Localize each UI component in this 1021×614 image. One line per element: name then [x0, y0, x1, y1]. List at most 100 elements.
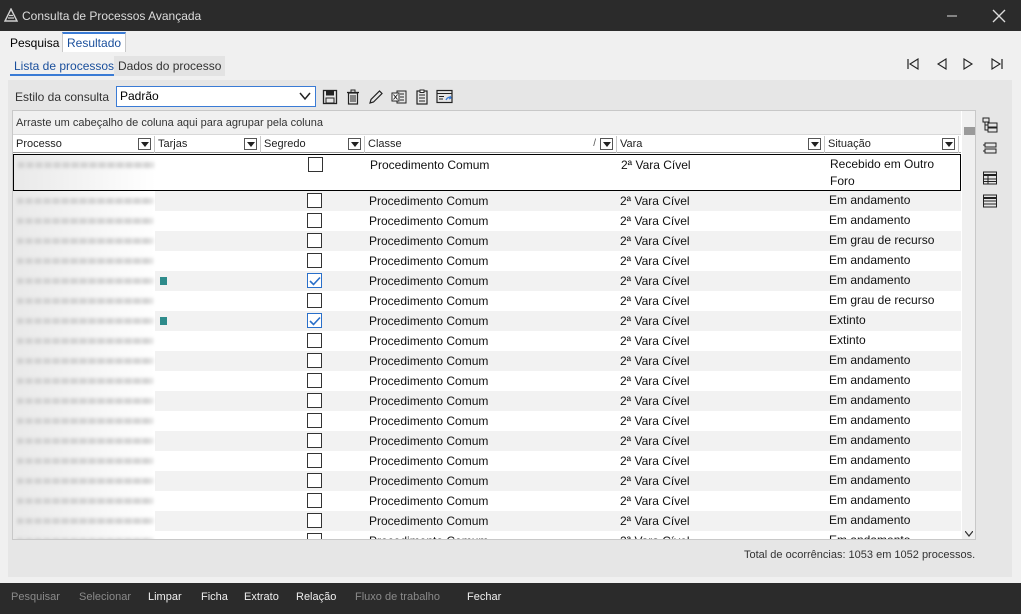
table-row[interactable]: Procedimento Comum 2ª Vara Cível Em andame… — [13, 511, 961, 531]
extrato-button[interactable]: Extrato — [244, 591, 279, 603]
column-filter-button[interactable] — [600, 138, 613, 150]
segredo-checkbox[interactable] — [307, 193, 322, 208]
classe-cell: Procedimento Comum — [369, 454, 489, 468]
vara-cell: 2ª Vara Cível — [620, 374, 690, 388]
tab-lista-processos[interactable]: Lista de processos — [10, 56, 119, 76]
column-filter-button[interactable] — [244, 138, 257, 150]
table-row[interactable]: Procedimento Comum 2ª Vara Cível Em andame… — [13, 211, 961, 231]
window-title: Consulta de Processos Avançada — [22, 9, 202, 23]
column-filter-button[interactable] — [138, 138, 151, 150]
tarja-marker — [160, 257, 167, 265]
processo-cell-redacted — [13, 271, 155, 291]
vertical-scrollbar[interactable] — [962, 111, 975, 539]
tab-resultado[interactable]: Resultado — [62, 32, 127, 52]
next-page-button[interactable] — [960, 56, 976, 72]
segredo-checkbox[interactable] — [307, 233, 322, 248]
column-header-situacao[interactable]: Situação — [825, 136, 959, 153]
segredo-checkbox[interactable] — [307, 453, 322, 468]
close-window-button[interactable] — [979, 4, 1019, 28]
processo-cell-redacted — [13, 251, 155, 271]
last-page-button[interactable] — [989, 56, 1005, 72]
column-filter-button[interactable] — [942, 138, 955, 150]
table-row[interactable]: Procedimento Comum 2ª Vara Cível Em grau d… — [13, 291, 961, 311]
table-row[interactable]: Procedimento Comum 2ª Vara Cível Em andame… — [13, 491, 961, 511]
segredo-checkbox[interactable] — [307, 373, 322, 388]
estilo-consulta-select[interactable]: Padrão — [116, 86, 316, 107]
table-row[interactable]: Procedimento Comum 2ª Vara Cível Em andame… — [13, 271, 961, 291]
table-row[interactable]: Procedimento Comum 2ª Vara Cível Em andame… — [13, 251, 961, 271]
segredo-checkbox[interactable] — [307, 293, 322, 308]
segredo-checkbox[interactable] — [307, 393, 322, 408]
column-filter-button[interactable] — [808, 138, 821, 150]
segredo-checkbox[interactable] — [307, 273, 322, 288]
fechar-button[interactable]: Fechar — [467, 591, 501, 603]
segredo-checkbox[interactable] — [307, 213, 322, 228]
table-row[interactable]: Procedimento Comum 2ª Vara Cível Em andame… — [13, 371, 961, 391]
column-header-vara[interactable]: Vara — [617, 136, 825, 153]
segredo-checkbox[interactable] — [307, 533, 322, 539]
segredo-checkbox[interactable] — [307, 493, 322, 508]
save-icon — [322, 89, 338, 105]
table-row[interactable]: Procedimento Comum 2ª Vara Cível Extinto — [13, 311, 961, 331]
redacted-number — [17, 478, 153, 484]
columns-button[interactable] — [982, 170, 998, 186]
table-row[interactable]: Procedimento Comum 2ª Vara Cível Em andame… — [13, 431, 961, 451]
column-filter-button[interactable] — [348, 138, 361, 150]
ficha-button[interactable]: Ficha — [201, 591, 228, 603]
table-row[interactable]: Procedimento Comum 2ª Vara Cível Em andame… — [13, 451, 961, 471]
relacao-button[interactable]: Relação — [296, 591, 336, 603]
table-row[interactable]: Procedimento Comum 2ª Vara Cível Em andame… — [13, 531, 961, 539]
delete-button[interactable] — [344, 88, 362, 106]
group-tree-button[interactable] — [982, 117, 998, 133]
vara-cell: 2ª Vara Cível — [620, 214, 690, 228]
segredo-checkbox[interactable] — [307, 413, 322, 428]
process-grid[interactable]: Arraste um cabeçalho de coluna aqui para… — [12, 110, 976, 540]
rows-button[interactable] — [982, 193, 998, 209]
processo-cell-redacted — [13, 331, 155, 351]
save-button[interactable] — [321, 88, 339, 106]
processo-cell-redacted — [13, 391, 155, 411]
column-header-segredo[interactable]: Segredo — [261, 136, 365, 153]
column-header-tarjas[interactable]: Tarjas — [155, 136, 261, 153]
minimize-button[interactable] — [932, 4, 972, 28]
segredo-checkbox[interactable] — [308, 157, 323, 172]
segredo-checkbox[interactable] — [307, 433, 322, 448]
column-header-classe[interactable]: Classe / — [365, 136, 617, 153]
table-row[interactable]: Procedimento Comum 2ª Vara Cível Em andame… — [13, 391, 961, 411]
segredo-checkbox[interactable] — [307, 333, 322, 348]
copy-button[interactable] — [413, 88, 431, 106]
first-page-button[interactable] — [905, 56, 921, 72]
refresh-button[interactable] — [436, 88, 454, 106]
table-row[interactable]: Procedimento Comum 2ª Vara Cível Recebido … — [13, 154, 961, 191]
fluxo-trabalho-button[interactable]: Fluxo de trabalho — [355, 591, 440, 603]
segredo-checkbox[interactable] — [307, 313, 322, 328]
vara-cell: 2ª Vara Cível — [620, 294, 690, 308]
table-row[interactable]: Procedimento Comum 2ª Vara Cível Em grau d… — [13, 231, 961, 251]
column-label: Processo — [16, 138, 62, 150]
export-excel-button[interactable] — [390, 88, 408, 106]
pesquisar-button[interactable]: Pesquisar — [11, 591, 60, 603]
segredo-checkbox[interactable] — [307, 513, 322, 528]
tab-dados-processo[interactable]: Dados do processo — [114, 56, 226, 76]
chevron-down-icon — [299, 92, 311, 101]
scrollbar-thumb[interactable] — [964, 127, 975, 135]
previous-page-button[interactable] — [934, 56, 950, 72]
scroll-down-icon[interactable] — [965, 531, 973, 537]
collapse-button[interactable] — [982, 140, 998, 156]
edit-button[interactable] — [367, 88, 385, 106]
vara-cell: 2ª Vara Cível — [620, 194, 690, 208]
segredo-checkbox[interactable] — [307, 473, 322, 488]
table-row[interactable]: Procedimento Comum 2ª Vara Cível Em andame… — [13, 351, 961, 371]
table-row[interactable]: Procedimento Comum 2ª Vara Cível Em andame… — [13, 411, 961, 431]
segredo-checkbox[interactable] — [307, 253, 322, 268]
selecionar-button[interactable]: Selecionar — [79, 591, 131, 603]
table-row[interactable]: Procedimento Comum 2ª Vara Cível Em andame… — [13, 191, 961, 211]
tarja-marker — [160, 397, 167, 405]
rows-icon — [983, 194, 997, 208]
table-row[interactable]: Procedimento Comum 2ª Vara Cível Extinto — [13, 331, 961, 351]
segredo-checkbox[interactable] — [307, 353, 322, 368]
column-header-processo[interactable]: Processo — [13, 136, 155, 153]
tab-pesquisa[interactable]: Pesquisa — [6, 34, 63, 52]
table-row[interactable]: Procedimento Comum 2ª Vara Cível Em andame… — [13, 471, 961, 491]
limpar-button[interactable]: Limpar — [148, 591, 182, 603]
